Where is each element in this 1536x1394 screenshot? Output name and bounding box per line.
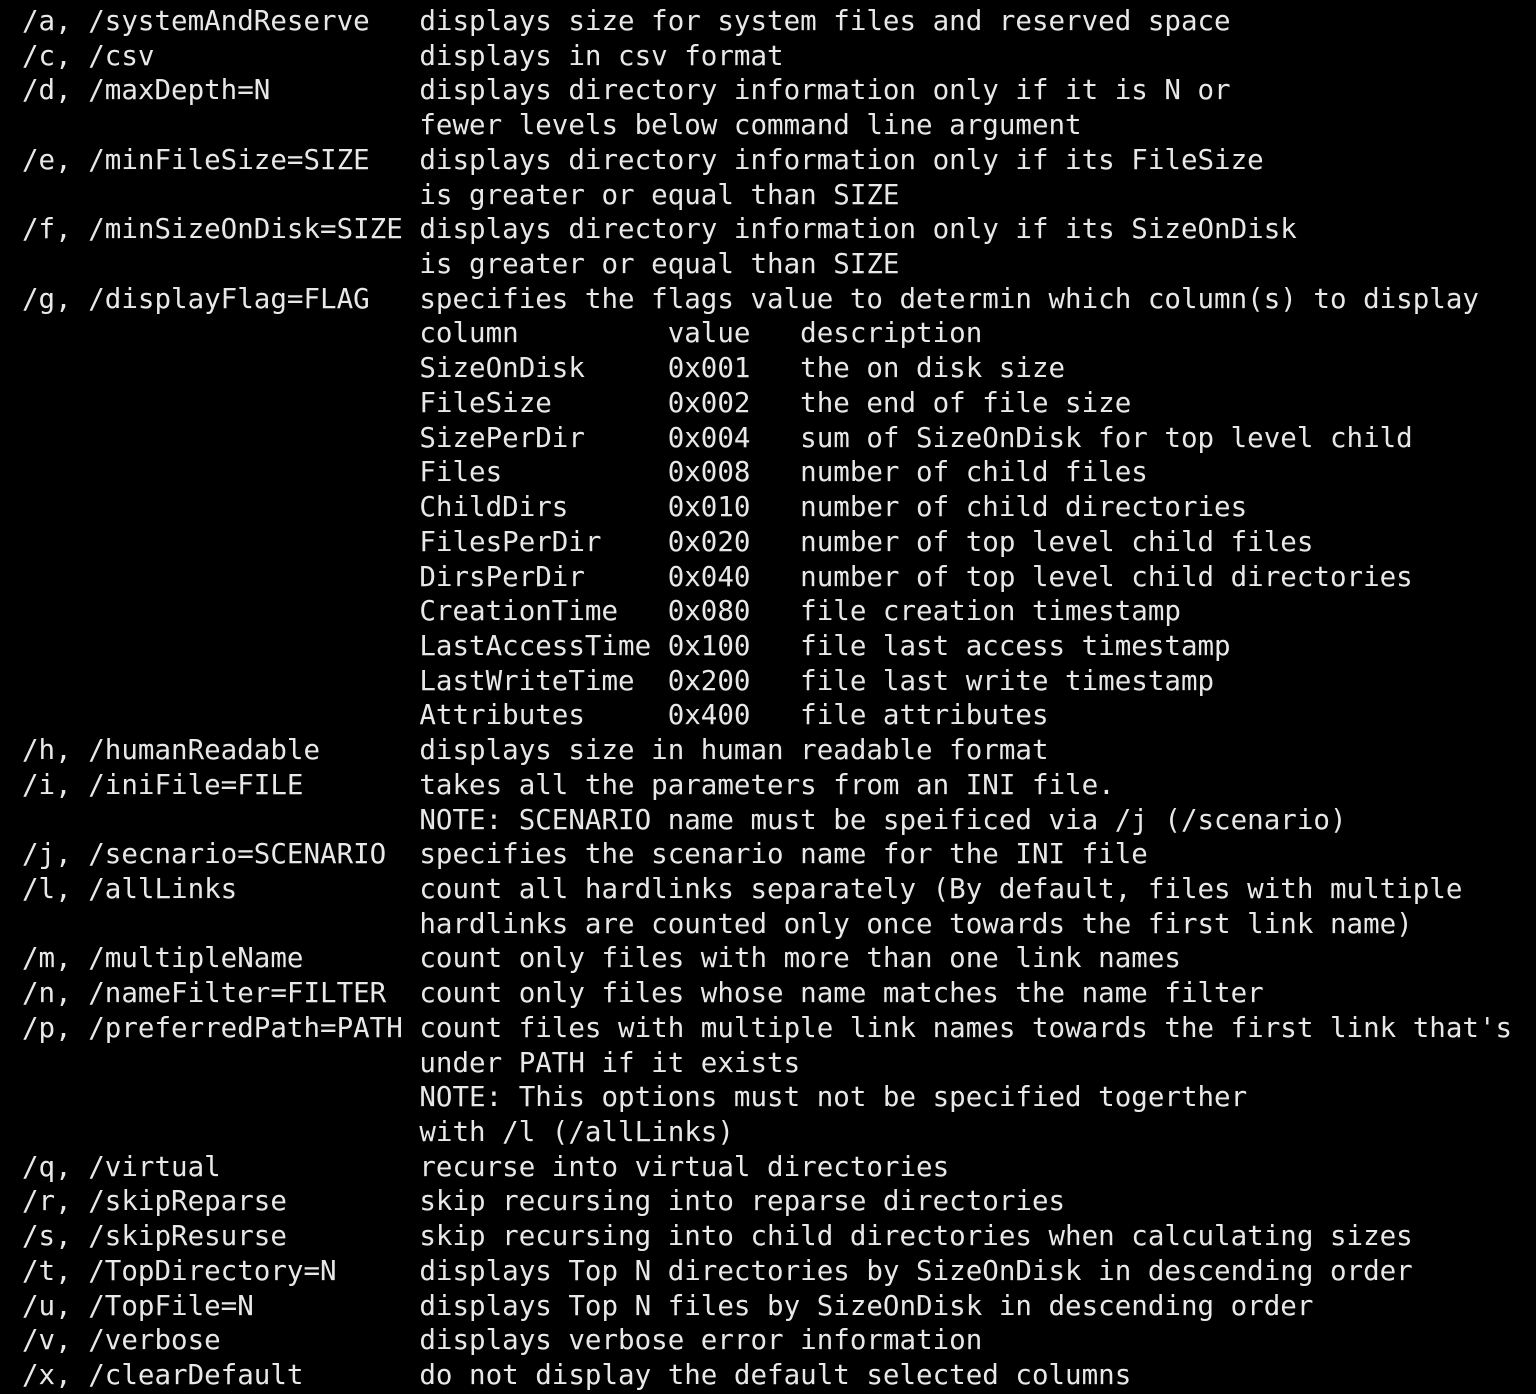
terminal-line: with /l (/allLinks) xyxy=(22,1116,734,1148)
terminal-line: SizeOnDisk 0x001 the on disk size xyxy=(22,352,1066,385)
terminal-line: is greater or equal than SIZE xyxy=(22,248,900,281)
terminal-line: /x, /clearDefault do not display the def… xyxy=(22,1359,1132,1392)
terminal-line: /a, /systemAndReserve displays size for … xyxy=(22,5,1231,37)
terminal-line: /i, /iniFile=FILE takes all the paramete… xyxy=(22,768,1115,801)
terminal-line: /e, /minFileSize=SIZE displays directory… xyxy=(22,143,1264,176)
terminal-line: /q, /virtual recurse into virtual direct… xyxy=(22,1150,950,1183)
terminal-line: /l, /allLinks count all hardlinks separa… xyxy=(22,872,1463,905)
terminal-line: FilesPerDir 0x020 number of top level ch… xyxy=(22,525,1314,558)
terminal-line: /h, /humanReadable displays size in huma… xyxy=(22,734,1049,767)
terminal-line: Attributes 0x400 file attributes xyxy=(22,699,1049,732)
terminal-line: /d, /maxDepth=N displays directory infor… xyxy=(22,74,1231,107)
terminal-line: /n, /nameFilter=FILTER count only files … xyxy=(22,977,1264,1010)
terminal-line: NOTE: This options must not be specified… xyxy=(22,1081,1248,1114)
terminal-line: ChildDirs 0x010 number of child director… xyxy=(22,491,1248,524)
terminal-line: hardlinks are counted only once towards … xyxy=(22,907,1413,940)
terminal-line: under PATH if it exists xyxy=(22,1046,801,1079)
terminal-line: column value description xyxy=(22,317,983,350)
terminal-line: DirsPerDir 0x040 number of top level chi… xyxy=(22,560,1413,593)
terminal-line: FileSize 0x002 the end of file size xyxy=(22,386,1132,419)
terminal-line: SizePerDir 0x004 sum of SizeOnDisk for t… xyxy=(22,421,1413,454)
terminal-output[interactable]: /a, /systemAndReserve displays size for … xyxy=(0,0,1536,1394)
terminal-line: /j, /secnario=SCENARIO specifies the sce… xyxy=(22,838,1148,871)
terminal-line: /t, /TopDirectory=N displays Top N direc… xyxy=(22,1254,1413,1287)
terminal-line: /u, /TopFile=N displays Top N files by S… xyxy=(22,1289,1314,1322)
terminal-line: /g, /displayFlag=FLAG specifies the flag… xyxy=(22,282,1479,315)
terminal-line: /s, /skipResurse skip recursing into chi… xyxy=(22,1220,1413,1253)
terminal-line: is greater or equal than SIZE xyxy=(22,178,900,211)
terminal-line: Files 0x008 number of child files xyxy=(22,456,1148,489)
terminal-line: CreationTime 0x080 file creation timesta… xyxy=(22,595,1181,628)
terminal-line: LastWriteTime 0x200 file last write time… xyxy=(22,664,1215,697)
terminal-line: /p, /preferredPath=PATH count files with… xyxy=(22,1011,1513,1044)
terminal-line: /m, /multipleName count only files with … xyxy=(22,942,1181,975)
terminal-line: /f, /minSizeOnDisk=SIZE displays directo… xyxy=(22,213,1297,246)
terminal-line: LastAccessTime 0x100 file last access ti… xyxy=(22,629,1231,662)
terminal-line: /v, /verbose displays verbose error info… xyxy=(22,1324,983,1357)
terminal-line: NOTE: SCENARIO name must be speificed vi… xyxy=(22,803,1347,836)
terminal-line: /c, /csv displays in csv format xyxy=(22,39,784,72)
terminal-line: fewer levels below command line argument xyxy=(22,109,1082,142)
terminal-line: /r, /skipReparse skip recursing into rep… xyxy=(22,1185,1066,1218)
